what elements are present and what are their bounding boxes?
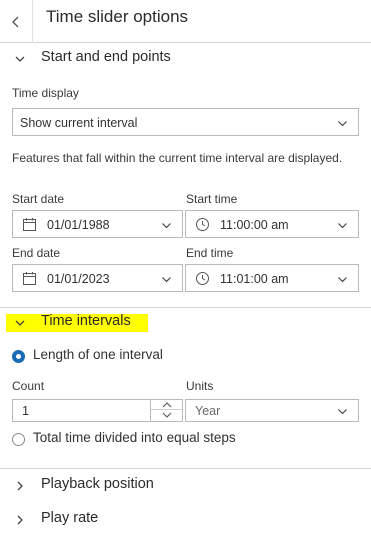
start-date-picker[interactable]: 01/01/1988: [12, 210, 183, 238]
units-label: Units: [186, 379, 214, 393]
chevron-left-icon: [12, 16, 19, 27]
count-value: 1: [22, 404, 29, 418]
section-time-intervals-toggle[interactable]: Time intervals: [0, 308, 371, 338]
time-display-select[interactable]: Show current interval: [12, 108, 359, 136]
units-select[interactable]: Year: [185, 399, 359, 422]
section-divider: [0, 468, 371, 469]
end-date-value: 01/01/2023: [47, 272, 110, 286]
start-date-value: 01/01/1988: [47, 218, 110, 232]
start-date-label: Start date: [12, 192, 65, 206]
count-input[interactable]: 1: [12, 399, 183, 422]
length-of-interval-radio[interactable]: [12, 350, 25, 363]
clock-icon: [196, 218, 209, 231]
stepper-down-button[interactable]: [151, 410, 182, 421]
calendar-icon: [23, 272, 36, 285]
clock-icon: [196, 272, 209, 285]
section-playback-toggle[interactable]: Playback position: [0, 471, 371, 501]
panel-header: Time slider options: [0, 0, 371, 43]
end-time-label: End time: [186, 246, 234, 260]
chevron-up-icon: [162, 402, 171, 408]
end-date-label: End date: [12, 246, 61, 260]
chevron-down-icon: [162, 277, 171, 283]
interval-description: Features that fall within the current ti…: [12, 151, 343, 165]
section-title: Play rate: [41, 510, 99, 526]
divided-steps-label: Total time divided into equal steps: [33, 430, 236, 445]
section-play-rate-toggle[interactable]: Play rate: [0, 505, 371, 535]
chevron-down-icon: [338, 277, 347, 283]
end-time-picker[interactable]: 11:01:00 am: [185, 264, 359, 292]
end-time-value: 11:01:00 am: [220, 272, 289, 286]
chevron-down-icon: [162, 412, 171, 418]
start-time-value: 11:00:00 am: [220, 218, 289, 232]
chevron-down-icon: [162, 223, 171, 229]
divided-steps-radio[interactable]: [12, 433, 25, 446]
calendar-icon: [23, 218, 36, 231]
start-time-label: Start time: [186, 192, 238, 206]
section-title: Start and end points: [41, 49, 171, 65]
count-stepper[interactable]: [150, 400, 182, 421]
chevron-right-icon: [17, 515, 23, 525]
time-display-label: Time display: [12, 86, 79, 100]
section-start-end-toggle[interactable]: Start and end points: [0, 44, 371, 74]
count-label: Count: [12, 379, 45, 393]
section-title: Time intervals: [41, 313, 131, 329]
length-of-interval-label: Length of one interval: [33, 347, 163, 362]
chevron-right-icon: [17, 481, 23, 491]
chevron-down-icon: [15, 320, 25, 326]
stepper-up-button[interactable]: [151, 400, 182, 410]
section-title: Playback position: [41, 476, 154, 492]
start-time-picker[interactable]: 11:00:00 am: [185, 210, 359, 238]
chevron-down-icon: [338, 223, 347, 229]
time-display-value: Show current interval: [20, 116, 138, 130]
page-title: Time slider options: [46, 7, 189, 26]
end-date-picker[interactable]: 01/01/2023: [12, 264, 183, 292]
chevron-down-icon: [15, 56, 25, 62]
units-value: Year: [195, 404, 221, 418]
chevron-down-icon: [338, 121, 347, 127]
back-button[interactable]: [0, 0, 33, 43]
chevron-down-icon: [338, 409, 347, 415]
